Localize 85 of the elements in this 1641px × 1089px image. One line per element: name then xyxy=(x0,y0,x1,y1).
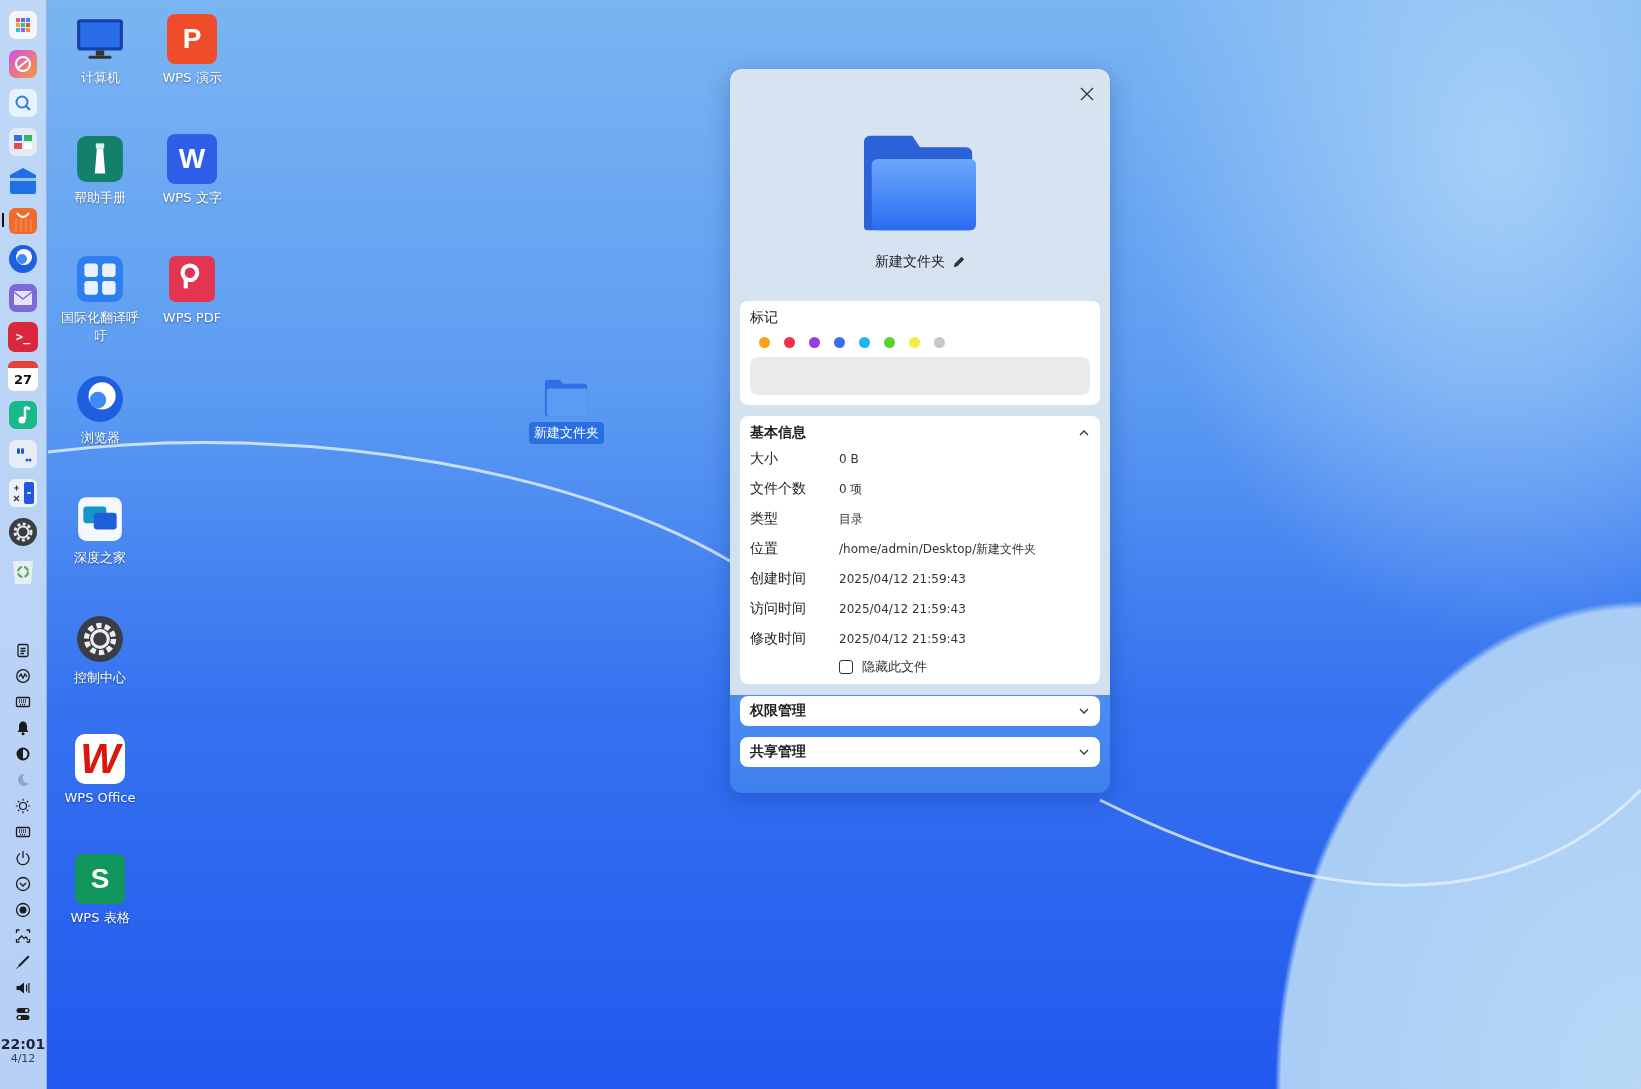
document-app-icon[interactable]: W xyxy=(167,134,217,184)
color-tag-dot[interactable] xyxy=(909,337,920,348)
search-icon[interactable] xyxy=(8,88,38,118)
spreadsheet-app-icon[interactable]: S xyxy=(75,854,125,904)
color-tag-dot[interactable] xyxy=(884,337,895,348)
close-icon[interactable] xyxy=(1080,87,1094,101)
chevron-down-icon[interactable] xyxy=(15,876,31,892)
power-icon[interactable] xyxy=(15,850,31,866)
desktop-icon-label[interactable]: WPS Office xyxy=(55,789,145,807)
checkbox-label[interactable]: 隐藏此文件 xyxy=(862,658,927,676)
info-label: 大小 xyxy=(750,450,779,468)
file-manager-icon[interactable] xyxy=(8,166,38,196)
section-title: 权限管理 xyxy=(750,702,806,720)
bell-icon[interactable] xyxy=(15,720,31,736)
desktop-icon-label[interactable]: 深度之家 xyxy=(55,549,145,567)
clipboard-icon[interactable] xyxy=(15,642,31,658)
section-title: 标记 xyxy=(750,309,779,327)
clock-time: 22:01 xyxy=(0,1036,46,1052)
hide-file-checkbox[interactable] xyxy=(839,660,853,674)
section-title: 基本信息 xyxy=(750,424,806,442)
info-value: 2025/04/12 21:59:43 xyxy=(839,602,966,616)
swirl-app-icon[interactable] xyxy=(8,49,38,79)
desktop-icon-label[interactable]: 控制中心 xyxy=(55,669,145,687)
info-label: 类型 xyxy=(750,510,779,528)
edit-icon[interactable] xyxy=(953,256,965,268)
desktop-icon-label[interactable]: 帮助手册 xyxy=(55,189,145,207)
info-label: 文件个数 xyxy=(750,480,807,498)
toggle-icon[interactable] xyxy=(15,1006,31,1022)
record-icon[interactable] xyxy=(15,902,31,918)
contrast-icon[interactable] xyxy=(15,746,31,762)
settings-icon[interactable] xyxy=(8,517,38,547)
calculator-icon[interactable] xyxy=(8,478,38,508)
app-grid-icon[interactable] xyxy=(8,10,38,40)
folder-label[interactable]: 新建文件夹 xyxy=(528,422,604,444)
folder-icon xyxy=(864,135,976,233)
section-title: 共享管理 xyxy=(750,743,806,761)
color-tag-dot[interactable] xyxy=(784,337,795,348)
volume-icon[interactable] xyxy=(15,980,31,996)
desktop-icon-label[interactable]: WPS 演示 xyxy=(147,69,237,87)
color-tag-dot[interactable] xyxy=(934,337,945,348)
collapsible-section[interactable]: 权限管理 xyxy=(740,696,1100,726)
shopping-bag-icon[interactable] xyxy=(8,205,38,235)
translate-icon[interactable] xyxy=(75,254,125,304)
desktop-icon-label[interactable]: 浏览器 xyxy=(55,429,145,447)
info-label: 修改时间 xyxy=(750,630,807,648)
info-value: 2025/04/12 21:59:43 xyxy=(839,572,966,586)
color-tag-dot[interactable] xyxy=(809,337,820,348)
chat-bubbles-icon[interactable] xyxy=(75,494,125,544)
pdf-app-icon[interactable] xyxy=(167,254,217,304)
terminal-icon[interactable]: >_ xyxy=(8,322,38,352)
browser-icon[interactable] xyxy=(75,374,125,424)
lighthouse-icon[interactable] xyxy=(75,134,125,184)
settings-icon[interactable] xyxy=(75,614,125,664)
mail-icon[interactable] xyxy=(8,283,38,313)
keyboard-icon[interactable] xyxy=(15,694,31,710)
workspace-icon[interactable] xyxy=(8,127,38,157)
info-value: 目录 xyxy=(839,510,863,528)
info-value: 0 项 xyxy=(839,480,863,498)
info-label: 创建时间 xyxy=(750,570,807,588)
office-logo-icon[interactable]: W xyxy=(75,734,125,784)
info-value: /home/admin/Desktop/新建文件夹 xyxy=(839,540,1037,558)
gauge-icon[interactable] xyxy=(15,668,31,684)
collapsible-section[interactable]: 共享管理 xyxy=(740,737,1100,767)
presentation-app-icon[interactable]: P xyxy=(167,14,217,64)
file-name: 新建文件夹 xyxy=(875,253,945,271)
desktop-icon-label[interactable]: WPS 表格 xyxy=(55,909,145,927)
info-label: 访问时间 xyxy=(750,600,807,618)
desktop-icon-label[interactable]: 计算机 xyxy=(55,69,145,87)
quote-icon[interactable] xyxy=(8,439,38,469)
info-value: 0 B xyxy=(839,452,859,466)
info-value: 2025/04/12 21:59:43 xyxy=(839,632,966,646)
desktop-icon-label[interactable]: WPS 文字 xyxy=(147,189,237,207)
desktop-icon-label[interactable]: 国际化翻译呼吁 xyxy=(55,309,145,345)
brightness-icon[interactable] xyxy=(15,798,31,814)
color-tag-dot[interactable] xyxy=(859,337,870,348)
screenshot-icon[interactable] xyxy=(15,928,31,944)
clock-date: 4/12 xyxy=(10,1052,36,1065)
color-tag-dot[interactable] xyxy=(834,337,845,348)
color-tag-dot[interactable] xyxy=(759,337,770,348)
browser-icon[interactable] xyxy=(8,244,38,274)
calendar-icon[interactable]: 27 xyxy=(8,361,38,391)
desktop-icon-label[interactable]: WPS PDF xyxy=(147,309,237,327)
pen-icon[interactable] xyxy=(15,954,31,970)
keyboard-icon[interactable] xyxy=(15,824,31,840)
info-label: 位置 xyxy=(750,540,779,558)
